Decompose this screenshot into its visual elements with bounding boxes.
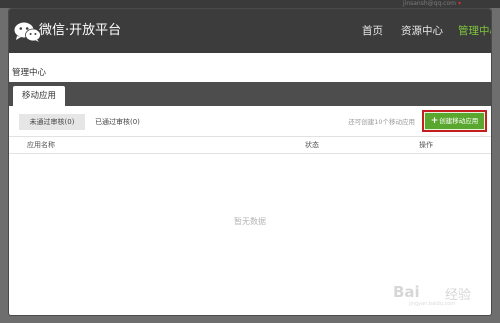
page-title: 管理中心 bbox=[12, 68, 47, 78]
watermark-brand: Bai bbox=[393, 283, 420, 301]
tab-bar bbox=[9, 82, 491, 106]
create-button-body: +创建移动应用 bbox=[425, 113, 484, 129]
plus-icon: + bbox=[430, 116, 439, 126]
empty-state-text: 暂无数据 bbox=[234, 217, 266, 226]
watermark-url: jingyan.baidu.com bbox=[409, 301, 456, 307]
column-app-name: 应用名称 bbox=[27, 141, 55, 149]
brand-title[interactable]: 微信·开放平台 bbox=[39, 22, 121, 40]
account-info: jinsansh@qq.com bbox=[402, 0, 456, 7]
nav-home[interactable]: 首页 bbox=[362, 23, 383, 39]
create-mobile-app-button[interactable]: +创建移动应用 bbox=[422, 110, 487, 132]
filter-approved[interactable]: 已通过审核(0) bbox=[95, 114, 151, 130]
tab-mobile-apps[interactable]: 移动应用 bbox=[13, 86, 65, 106]
app-window: 微信·开放平台 首页 资源中心 管理中心 管理中心 移动应用 未通过审核(0) … bbox=[8, 8, 492, 316]
column-actions: 操作 bbox=[419, 141, 433, 149]
nav-resource-center[interactable]: 资源中心 bbox=[401, 23, 443, 39]
arrow-icon[interactable]: ▾ bbox=[458, 0, 464, 8]
filter-not-approved[interactable]: 未通过审核(0) bbox=[19, 114, 85, 130]
table-header: 应用名称 状态 操作 bbox=[9, 136, 491, 154]
column-status: 状态 bbox=[305, 141, 319, 149]
quota-text: 还可创建10个移动应用 bbox=[348, 118, 415, 126]
baidu-jingyan-watermark: Bai 经验 jingyan.baidu.com bbox=[391, 275, 487, 309]
nav-management-center[interactable]: 管理中心 bbox=[458, 23, 491, 39]
header: 微信·开放平台 首页 资源中心 管理中心 bbox=[9, 9, 491, 53]
create-button-label: 创建移动应用 bbox=[439, 117, 479, 125]
